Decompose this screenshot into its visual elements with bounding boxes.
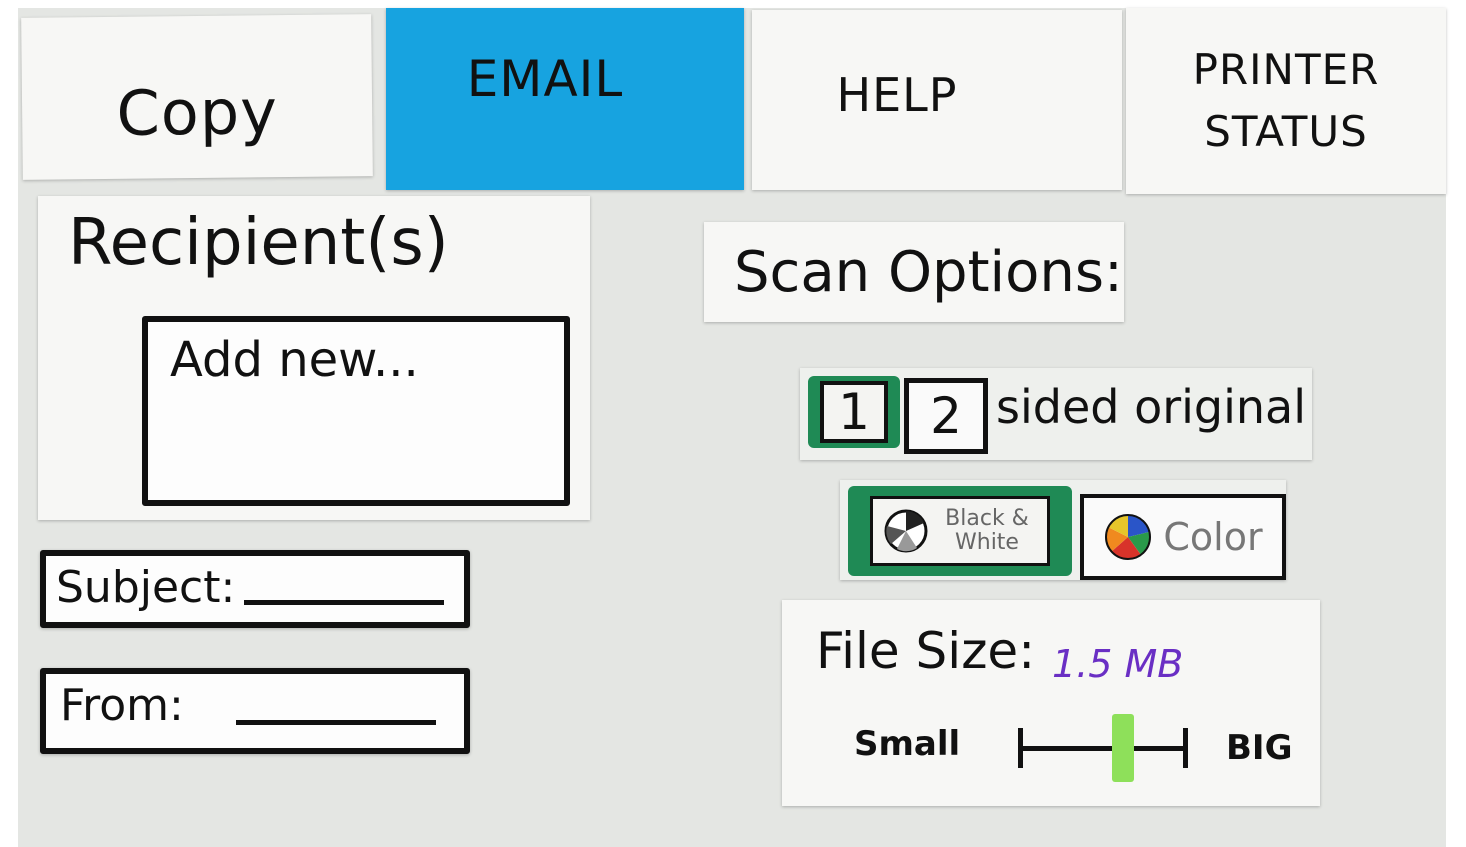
slider-thumb[interactable] [1112, 714, 1135, 782]
black-white-pie-icon [884, 509, 928, 553]
file-size-card: File Size: 1.5 MB Small BIG [782, 600, 1320, 806]
color-mode-card: Black & White Color [840, 480, 1286, 580]
scan-options-heading-card: Scan Options: [704, 222, 1124, 322]
color-pie-icon [1105, 514, 1152, 560]
black-white-label: Black & White [945, 506, 1029, 555]
sided-option-2-label: 2 [930, 387, 962, 445]
tab-copy-label: Copy [116, 74, 279, 150]
tab-printer-status-label: PRINTER STATUS [1192, 45, 1380, 156]
add-new-text: Add new... [170, 332, 419, 388]
scan-options-heading: Scan Options: [734, 240, 1123, 305]
slider-left-cap [1018, 728, 1023, 768]
sided-original-card: 1 2 sided original [800, 368, 1312, 460]
file-size-value: 1.5 MB [1052, 642, 1184, 686]
recipients-heading: Recipient(s) [68, 206, 449, 280]
from-input-line [236, 720, 436, 725]
add-recipient-box[interactable]: Add new... [142, 316, 570, 506]
sided-option-1-label: 1 [820, 381, 888, 443]
tab-help-label: HELP [836, 68, 958, 122]
sided-option-1[interactable]: 1 [808, 376, 900, 448]
from-field[interactable]: From: [40, 668, 470, 754]
color-option[interactable]: Color [1080, 494, 1286, 580]
color-label: Color [1163, 515, 1263, 559]
tab-printer-status[interactable]: PRINTER STATUS [1126, 8, 1446, 194]
subject-label: Subject: [56, 562, 236, 613]
tab-copy[interactable]: Copy [21, 14, 373, 180]
from-label: From: [60, 680, 184, 731]
size-max-label: BIG [1226, 728, 1293, 768]
subject-input-line [244, 600, 444, 605]
black-white-option[interactable]: Black & White [848, 486, 1072, 576]
slider-right-cap [1183, 728, 1188, 768]
file-size-slider[interactable] [1018, 714, 1188, 782]
slider-track [1018, 746, 1188, 751]
file-size-label: File Size: [816, 622, 1036, 680]
sided-option-2[interactable]: 2 [904, 378, 988, 454]
sided-suffix: sided original [996, 380, 1307, 434]
subject-field[interactable]: Subject: [40, 550, 470, 628]
tab-email[interactable]: EMAIL [386, 8, 744, 190]
tab-help[interactable]: HELP [752, 10, 1122, 190]
size-min-label: Small [854, 724, 961, 764]
tab-email-label: EMAIL [466, 50, 624, 108]
recipients-panel: Recipient(s) Add new... [38, 196, 590, 520]
